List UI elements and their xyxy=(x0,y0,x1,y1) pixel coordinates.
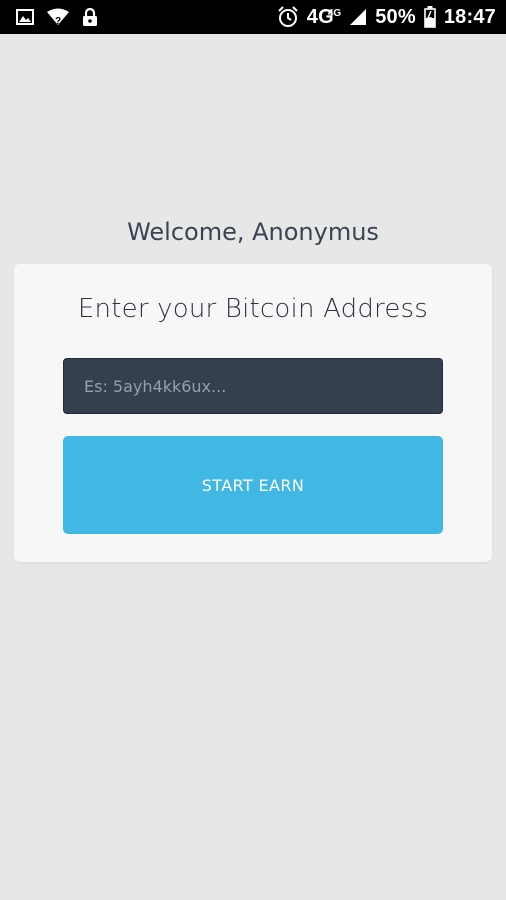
battery-icon xyxy=(424,6,436,28)
clock-time: 18:47 xyxy=(443,5,496,28)
network-type-small: 4G xyxy=(327,7,342,19)
status-bar-right: 4G4G 50% 18:47 xyxy=(277,6,496,29)
welcome-heading: Welcome, Anonymus xyxy=(127,218,379,246)
signal-icon xyxy=(349,8,367,26)
start-earn-button[interactable]: START EARN xyxy=(63,436,443,534)
status-bar-left: ? xyxy=(16,7,98,27)
bitcoin-address-input[interactable] xyxy=(63,358,443,414)
wifi-unknown-icon: ? xyxy=(46,8,70,26)
alarm-icon xyxy=(277,6,299,28)
status-bar: ? 4G4G 50% 18:47 xyxy=(0,0,506,34)
battery-percent: 50% xyxy=(375,5,416,28)
card-title: Enter your Bitcoin Address xyxy=(77,294,429,324)
address-card: Enter your Bitcoin Address START EARN xyxy=(14,264,492,562)
svg-text:?: ? xyxy=(55,16,61,26)
lock-icon xyxy=(82,7,98,27)
image-icon xyxy=(16,9,34,25)
